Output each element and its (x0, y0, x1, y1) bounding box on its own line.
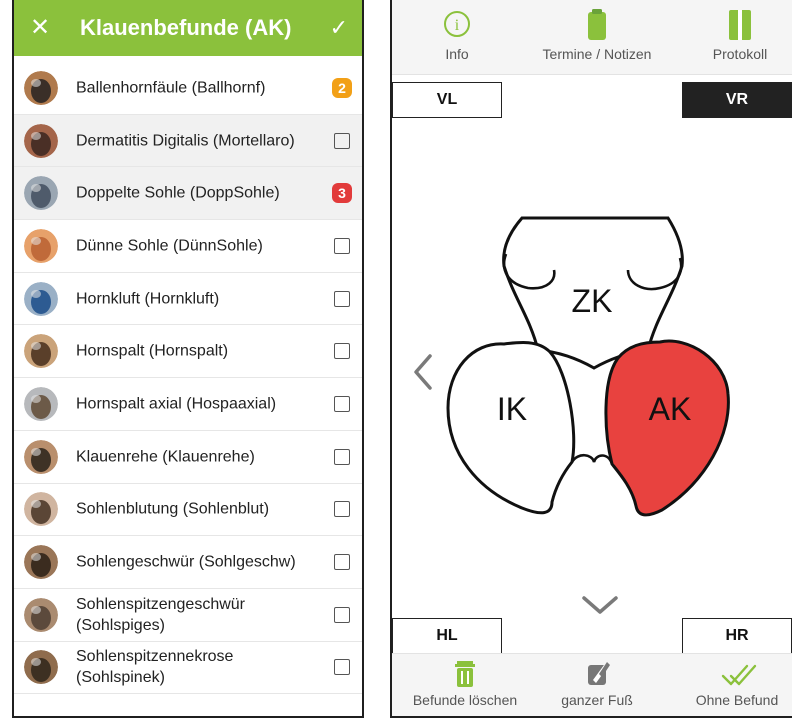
finding-thumbnail (24, 386, 58, 421)
finding-label: Hornspalt (Hornspalt) (76, 342, 229, 360)
label-ak: AK (649, 391, 692, 427)
termine-button[interactable]: Termine / Notizen (532, 8, 662, 62)
finding-label: Hornkluft (Hornkluft) (76, 290, 220, 308)
leg-hr-button[interactable]: HR (682, 618, 792, 654)
findings-panel: ✕ Klauenbefunde (AK) ✓ Ballenhornfäule (… (12, 0, 364, 718)
finding-thumbnail (24, 281, 58, 316)
finding-row[interactable]: Dünne Sohle (DünnSohle) (14, 220, 362, 273)
label-zk: ZK (572, 283, 613, 319)
finding-label: Sohlenspitzengeschwür (Sohlspiges) (76, 595, 245, 634)
info-button[interactable]: i Info (432, 8, 482, 62)
claw-panel: i Info Termine / Notizen Protokoll VL VR… (390, 0, 792, 718)
leg-vr-button[interactable]: VR (682, 82, 792, 118)
finding-row[interactable]: Sohlengeschwür (Sohlgeschw) (14, 536, 362, 589)
info-label: Info (445, 46, 469, 62)
finding-checkbox[interactable] (334, 395, 350, 412)
finding-row[interactable]: Hornkluft (Hornkluft) (14, 273, 362, 326)
finding-thumbnail (24, 228, 58, 263)
whole-foot-label: ganzer Fuß (561, 692, 633, 708)
bottom-toolbar: Befunde löschen ganzer Fuß Ohne Befund (392, 653, 792, 716)
finding-row[interactable]: Sohlenspitzengeschwür (Sohlspiges) (14, 589, 362, 642)
finding-thumbnail (24, 176, 58, 211)
finding-row[interactable]: Hornspalt axial (Hospaaxial) (14, 378, 362, 431)
finding-checkbox[interactable] (334, 554, 350, 571)
delete-findings-button[interactable]: Befunde löschen (400, 660, 530, 708)
finding-label: Doppelte Sohle (DoppSohle) (76, 184, 280, 202)
label-ik: IK (497, 391, 527, 427)
findings-header: ✕ Klauenbefunde (AK) ✓ (14, 0, 362, 56)
finding-label: Sohlenspitzennekrose (Sohlspinek) (76, 648, 234, 687)
finding-row[interactable]: Sohlenblutung (Sohlenblut) (14, 484, 362, 537)
trash-icon (445, 660, 485, 688)
chevron-left-icon[interactable] (412, 352, 436, 397)
finding-thumbnail (24, 492, 58, 527)
finding-label: Ballenhornfäule (Ballhornf) (76, 79, 266, 97)
region-ak[interactable] (604, 339, 730, 517)
edit-icon (577, 660, 617, 688)
finding-row[interactable]: Sohlenspitzennekrose (Sohlspinek) (14, 642, 362, 695)
finding-checkbox[interactable] (334, 659, 350, 676)
whole-foot-button[interactable]: ganzer Fuß (552, 660, 642, 708)
finding-checkbox[interactable] (334, 237, 350, 254)
top-toolbar: i Info Termine / Notizen Protokoll (392, 0, 792, 75)
finding-label: Sohlenblutung (Sohlenblut) (76, 500, 270, 518)
finding-thumbnail (24, 334, 58, 369)
termine-label: Termine / Notizen (542, 46, 652, 62)
finding-count-badge[interactable]: 3 (332, 183, 352, 204)
findings-list: Ballenhornfäule (Ballhornf) 2 Dermatitis D… (14, 62, 362, 695)
finding-row[interactable]: Klauenrehe (Klauenrehe) (14, 431, 362, 484)
leg-hl-button[interactable]: HL (392, 618, 502, 654)
finding-row[interactable]: Ballenhornfäule (Ballhornf) 2 (14, 62, 362, 115)
info-icon: i (437, 8, 477, 42)
clipboard-icon (577, 8, 617, 42)
finding-checkbox[interactable] (334, 132, 350, 149)
finding-checkbox[interactable] (334, 501, 350, 518)
leg-vl-button[interactable]: VL (392, 82, 502, 118)
finding-row[interactable]: Doppelte Sohle (DoppSohle) 3 (14, 167, 362, 221)
finding-thumbnail (24, 545, 58, 580)
double-check-icon (717, 660, 757, 688)
finding-checkbox[interactable] (334, 290, 350, 307)
svg-text:i: i (455, 17, 460, 34)
check-icon[interactable]: ✓ (330, 12, 348, 44)
finding-row[interactable]: Hornspalt (Hornspalt) (14, 325, 362, 379)
finding-thumbnail (24, 650, 58, 685)
finding-label: Dermatitis Digitalis (Mortellaro) (76, 132, 295, 150)
no-finding-label: Ohne Befund (695, 692, 779, 708)
protokoll-label: Protokoll (712, 46, 768, 62)
findings-title: Klauenbefunde (AK) (80, 15, 292, 40)
finding-thumbnail (24, 70, 58, 105)
delete-findings-label: Befunde löschen (412, 692, 518, 708)
finding-thumbnail (24, 123, 58, 158)
no-finding-button[interactable]: Ohne Befund (682, 660, 792, 708)
book-icon (720, 8, 760, 42)
claw-diagram: ZK IK AK (442, 210, 742, 525)
finding-label: Hornspalt axial (Hospaaxial) (76, 395, 277, 413)
finding-checkbox[interactable] (334, 448, 350, 465)
finding-label: Dünne Sohle (DünnSohle) (76, 237, 263, 255)
finding-checkbox[interactable] (334, 606, 350, 623)
protokoll-button[interactable]: Protokoll (700, 8, 780, 62)
finding-label: Sohlengeschwür (Sohlgeschw) (76, 553, 296, 571)
finding-label: Klauenrehe (Klauenrehe) (76, 448, 255, 466)
finding-thumbnail (24, 439, 58, 474)
finding-checkbox[interactable] (334, 343, 350, 360)
region-ik[interactable] (446, 340, 576, 515)
chevron-down-icon[interactable] (580, 592, 620, 621)
finding-row[interactable]: Dermatitis Digitalis (Mortellaro) (14, 114, 362, 168)
close-icon[interactable]: ✕ (30, 12, 50, 44)
finding-count-badge[interactable]: 2 (332, 77, 352, 98)
finding-thumbnail (24, 597, 58, 632)
